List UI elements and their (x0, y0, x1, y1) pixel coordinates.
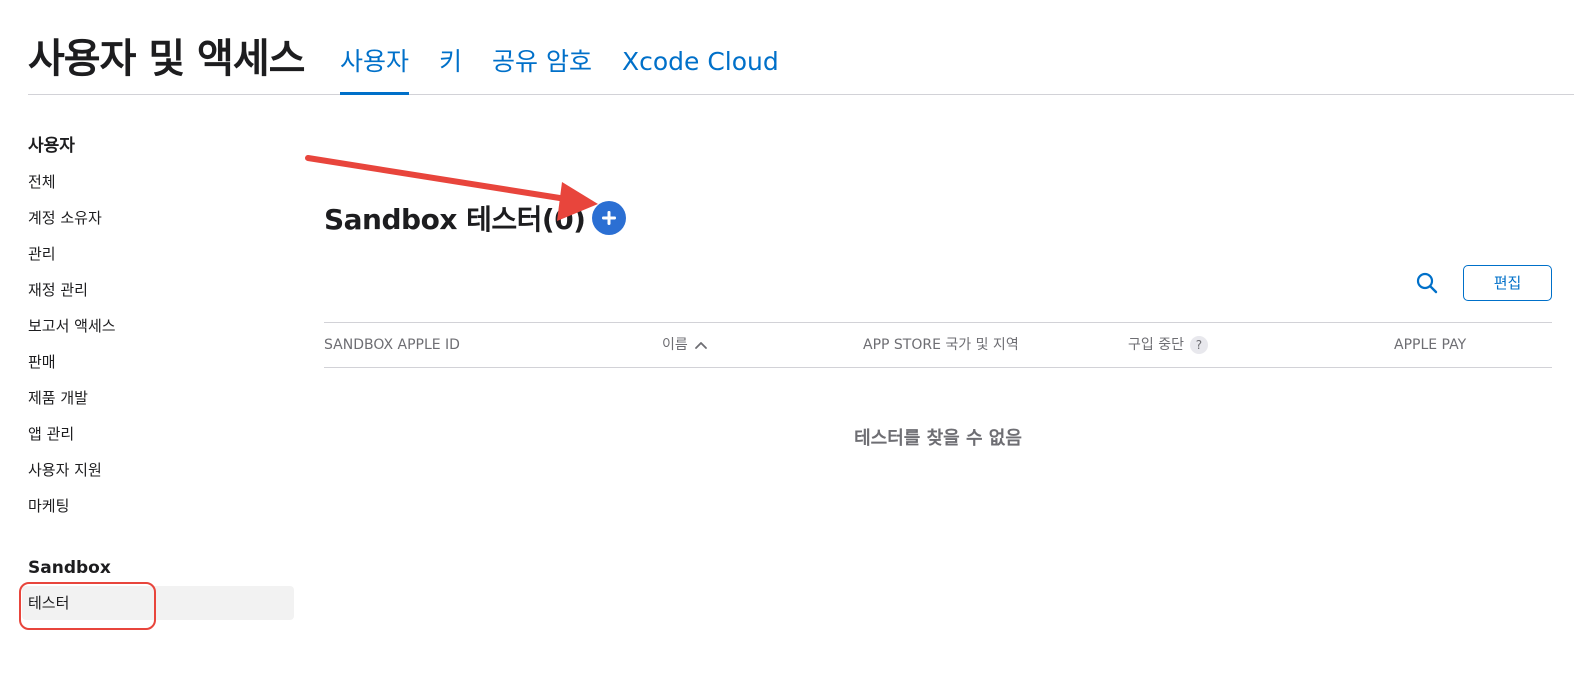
tab-shared-secret[interactable]: 공유 암호 (492, 0, 592, 94)
plus-circle-icon (602, 211, 616, 225)
column-label: 구입 중단 (1128, 337, 1184, 353)
search-button[interactable] (1412, 268, 1442, 298)
column-label: APP STORE 국가 및 지역 (863, 337, 1019, 353)
sidebar-item-testers[interactable]: 테스터 (22, 586, 294, 620)
table-header: SANDBOX APPLE ID 이름 APP STORE 국가 및 지역 구입… (324, 322, 1552, 368)
sidebar-item-account-holder[interactable]: 계정 소유자 (28, 200, 294, 236)
help-icon[interactable]: ? (1189, 336, 1208, 354)
empty-state-message: 테스터를 찾을 수 없음 (854, 428, 1022, 449)
sidebar-item-sales[interactable]: 판매 (28, 344, 294, 380)
sidebar-item-finance[interactable]: 재정 관리 (28, 272, 294, 308)
sidebar-item-admin[interactable]: 관리 (28, 236, 294, 272)
tab-keys[interactable]: 키 (439, 0, 462, 94)
sidebar-heading-users: 사용자 (28, 136, 75, 156)
sidebar-item-access-reports[interactable]: 보고서 액세스 (28, 308, 294, 344)
tab-xcode-cloud[interactable]: Xcode Cloud (622, 0, 779, 94)
sidebar-item-app-manager[interactable]: 앱 관리 (28, 416, 294, 452)
page-header: 사용자 및 액세스 사용자 키 공유 암호 Xcode Cloud (28, 0, 1574, 95)
chevron-up-icon (694, 342, 707, 349)
column-apple-pay[interactable]: APPLE PAY (1394, 323, 1466, 367)
page-title: 사용자 및 액세스 (28, 36, 305, 82)
sidebar-item-marketing[interactable]: 마케팅 (28, 488, 294, 524)
column-label: 이름 (662, 337, 688, 353)
search-icon (1416, 272, 1438, 294)
add-tester-button[interactable] (592, 201, 626, 235)
column-name[interactable]: 이름 (662, 323, 708, 367)
column-interrupt-purchases[interactable]: 구입 중단 ? (1128, 323, 1208, 367)
section-title: Sandbox 테스터(0) (324, 203, 586, 236)
tab-users[interactable]: 사용자 (340, 0, 410, 95)
sidebar-item-customer-support[interactable]: 사용자 지원 (28, 452, 294, 488)
sidebar-item-all[interactable]: 전체 (28, 164, 294, 200)
column-label: APPLE PAY (1394, 337, 1467, 353)
sidebar-item-developer[interactable]: 제품 개발 (28, 380, 294, 416)
column-label: SANDBOX APPLE ID (324, 337, 460, 353)
tab-bar: 사용자 키 공유 암호 Xcode Cloud (340, 0, 779, 95)
column-app-store-region[interactable]: APP STORE 국가 및 지역 (863, 323, 1019, 367)
sidebar: 사용자 전체 계정 소유자 관리 재정 관리 보고서 액세스 판매 제품 개발 … (22, 128, 294, 620)
sidebar-heading-sandbox: Sandbox (28, 558, 111, 578)
column-sandbox-apple-id[interactable]: SANDBOX APPLE ID (324, 323, 460, 367)
edit-button[interactable]: 편집 (1463, 265, 1552, 301)
